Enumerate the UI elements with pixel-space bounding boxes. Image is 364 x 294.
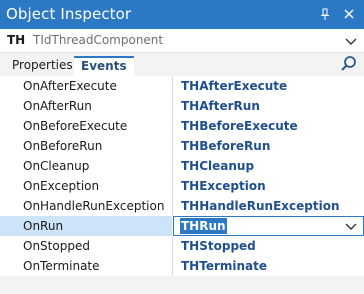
column-divider (172, 236, 173, 256)
component-selector[interactable]: TH TIdThreadComponent (0, 29, 364, 53)
pin-icon[interactable] (318, 7, 332, 21)
event-handler[interactable]: THBeforeExecute (181, 118, 298, 134)
column-divider (172, 156, 173, 176)
event-handler[interactable]: THException (181, 178, 266, 194)
event-name: OnBeforeExecute (23, 119, 128, 133)
tab-properties[interactable]: Properties (5, 56, 80, 76)
event-handler[interactable]: THTerminate (181, 258, 267, 274)
column-divider (172, 196, 173, 216)
event-row[interactable]: OnTerminate THTerminate (0, 256, 364, 276)
event-row[interactable]: OnHandleRunException THHandleRunExceptio… (0, 196, 364, 216)
status-strip (0, 276, 364, 294)
event-handler[interactable]: THHandleRunException (181, 198, 340, 214)
window-title: Object Inspector (6, 5, 132, 23)
search-icon[interactable] (340, 55, 358, 73)
component-type: TIdThreadComponent (33, 33, 164, 47)
event-row[interactable]: OnBeforeExecute THBeforeExecute (0, 116, 364, 136)
event-handler[interactable]: THCleanup (181, 158, 254, 174)
event-row[interactable]: OnCleanup THCleanup (0, 156, 364, 176)
event-name: OnException (23, 179, 100, 193)
event-handler[interactable]: THAfterExecute (181, 78, 287, 94)
chevron-down-icon[interactable] (344, 219, 358, 233)
event-row[interactable]: OnBeforeRun THBeforeRun (0, 136, 364, 156)
event-name: OnRun (23, 219, 64, 233)
event-name: OnHandleRunException (23, 199, 165, 213)
tab-events[interactable]: Events (74, 56, 134, 76)
event-name: OnTerminate (23, 259, 100, 273)
column-divider (172, 176, 173, 196)
event-handler[interactable]: THStopped (181, 238, 256, 254)
event-row[interactable]: OnStopped THStopped (0, 236, 364, 256)
event-name: OnAfterRun (23, 99, 92, 113)
event-name: OnStopped (23, 239, 90, 253)
event-name: OnCleanup (23, 159, 90, 173)
event-name: OnBeforeRun (23, 139, 103, 153)
event-grid: OnAfterExecute THAfterExecute OnAfterRun… (0, 76, 364, 276)
column-divider (172, 256, 173, 276)
close-icon[interactable] (340, 5, 358, 23)
event-handler[interactable]: THAfterRun (181, 98, 260, 114)
column-divider (172, 96, 173, 116)
event-handler[interactable]: THBeforeRun (181, 138, 270, 154)
event-row[interactable]: OnAfterExecute THAfterExecute (0, 76, 364, 96)
handler-editor-text[interactable]: THRun (180, 218, 227, 234)
title-bar: Object Inspector (0, 0, 364, 29)
chevron-down-icon[interactable] (344, 34, 358, 48)
column-divider (172, 136, 173, 156)
column-divider (172, 116, 173, 136)
column-divider (172, 76, 173, 96)
event-name: OnAfterExecute (23, 79, 117, 93)
tab-bar: Properties Events (0, 53, 364, 76)
event-row-selected[interactable]: OnRun THRun (0, 216, 364, 236)
component-name: TH (7, 33, 26, 47)
event-row[interactable]: OnAfterRun THAfterRun (0, 96, 364, 116)
event-row[interactable]: OnException THException (0, 176, 364, 196)
